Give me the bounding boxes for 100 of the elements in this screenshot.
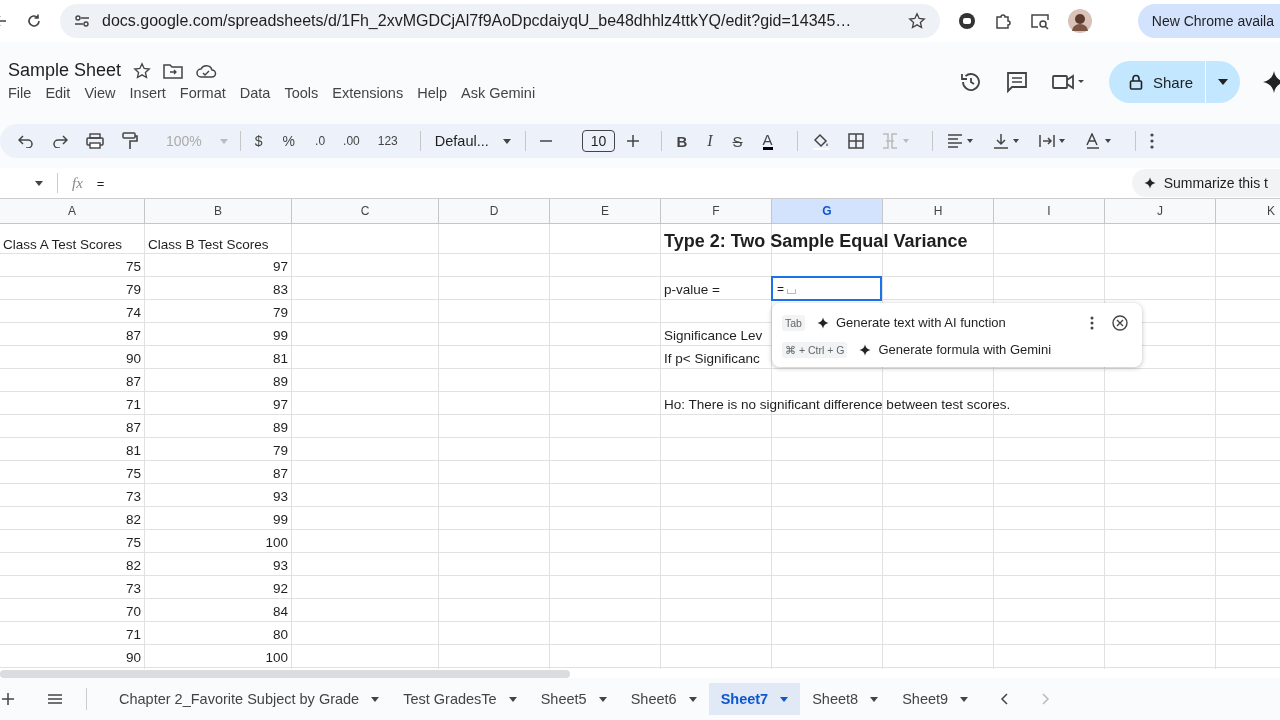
table-cell-text: 82 — [125, 558, 142, 573]
menu-item[interactable]: Tools — [277, 85, 326, 101]
menu-item[interactable]: Data — [232, 85, 278, 101]
menu-item[interactable]: Ask Gemini — [454, 85, 543, 101]
strikethrough-button[interactable]: S — [732, 132, 743, 150]
menu-item[interactable]: Insert — [122, 85, 173, 101]
puzzle-icon[interactable] — [994, 12, 1012, 30]
caret-icon — [219, 138, 228, 144]
menu-item[interactable]: Edit — [38, 85, 78, 101]
redo-icon[interactable] — [52, 134, 68, 148]
table-cell-text: 99 — [272, 328, 289, 343]
cloud-icon[interactable] — [195, 62, 218, 79]
profile-avatar-icon[interactable] — [1068, 9, 1092, 33]
folder-icon[interactable] — [163, 62, 184, 79]
sheet-tab[interactable]: Sheet8 — [800, 683, 891, 715]
summarize-button[interactable]: Summarize this t — [1131, 169, 1280, 197]
bookmark-star-icon[interactable] — [908, 12, 926, 30]
paint-format-icon[interactable] — [122, 132, 138, 150]
extension-icon[interactable] — [958, 12, 976, 30]
column-header[interactable]: D — [439, 199, 550, 224]
sheet-tab[interactable]: Sheet5 — [528, 683, 619, 715]
text-color-button[interactable]: A — [762, 132, 773, 150]
plus-icon[interactable] — [627, 135, 640, 147]
borders-icon[interactable] — [847, 133, 864, 149]
table-cell-text: 75 — [125, 259, 142, 274]
update-button[interactable]: New Chrome availa — [1137, 4, 1280, 38]
increase-decimal-button[interactable]: .00 — [343, 134, 360, 148]
sparkle-icon — [859, 343, 872, 356]
table-cell-text: 74 — [125, 305, 142, 320]
column-header[interactable]: H — [883, 199, 994, 224]
bold-button[interactable]: B — [676, 132, 688, 150]
more-icon[interactable] — [1090, 315, 1094, 330]
menu-item[interactable]: File — [8, 85, 39, 101]
italic-button[interactable]: I — [707, 132, 713, 150]
table-cell-text: 87 — [272, 466, 289, 481]
font-size-field[interactable]: 10 — [581, 130, 616, 152]
column-header[interactable]: B — [145, 199, 292, 224]
table-cell-text: 87 — [125, 420, 142, 435]
column-header[interactable]: K — [1216, 199, 1280, 224]
history-icon[interactable] — [958, 70, 983, 94]
column-header[interactable]: J — [1105, 199, 1216, 224]
more-formats-button[interactable]: 123 — [377, 134, 398, 148]
add-sheet-icon[interactable] — [2, 693, 14, 705]
caret-icon — [598, 696, 607, 702]
table-cell-text: 73 — [125, 581, 142, 596]
fill-color-icon[interactable] — [811, 132, 830, 150]
sheet-tab[interactable]: Sheet7 — [708, 683, 801, 715]
text-wrap-icon[interactable] — [1038, 133, 1067, 149]
suggestion-item[interactable]: Generate formula with Gemini — [859, 342, 1052, 357]
sheet-tab[interactable]: Chapter 2_Favorite Subject by Grade — [107, 683, 392, 715]
table-cell-text: 92 — [272, 581, 289, 596]
column-header[interactable]: C — [292, 199, 439, 224]
name-box-caret-icon[interactable] — [35, 180, 43, 186]
column-header[interactable]: E — [550, 199, 661, 224]
sheet-tab[interactable]: Test GradesTe — [391, 683, 529, 715]
reload-icon[interactable] — [26, 13, 42, 29]
percent-format-button[interactable]: % — [282, 133, 296, 149]
document-title[interactable]: Sample Sheet — [8, 60, 122, 81]
scroll-left-icon[interactable] — [1000, 693, 1009, 705]
sheet-tab[interactable]: Sheet9 — [890, 683, 981, 715]
sheet-tab[interactable]: Sheet6 — [618, 683, 709, 715]
align-icon[interactable] — [946, 134, 975, 148]
caret-icon — [960, 696, 969, 702]
text-rotation-icon[interactable] — [1084, 133, 1113, 149]
sparkle-icon[interactable] — [1262, 70, 1280, 94]
site-settings-icon[interactable] — [74, 14, 90, 28]
column-header[interactable]: G — [772, 199, 883, 224]
vertical-align-icon[interactable] — [992, 133, 1021, 149]
caret-icon — [502, 138, 511, 144]
table-cell-text: 90 — [125, 650, 142, 665]
menu-item[interactable]: Format — [172, 85, 233, 101]
suggestion-item[interactable]: Generate text with AI function — [816, 315, 1006, 330]
table-cell-text: Ho: There is no significant difference between test scores. — [663, 397, 1011, 412]
currency-format-button[interactable]: $ — [254, 133, 263, 149]
formula-input[interactable]: = — [96, 175, 117, 191]
table-cell-text: 82 — [125, 512, 142, 527]
font-select[interactable]: Defaul... — [434, 133, 511, 149]
table-cell-text: 100 — [265, 535, 289, 550]
comment-icon[interactable] — [1004, 70, 1029, 94]
menu-item[interactable]: Help — [410, 85, 454, 101]
scrollbar-thumb[interactable] — [0, 670, 570, 678]
column-header[interactable]: I — [994, 199, 1105, 224]
tab-search-icon[interactable] — [1030, 12, 1050, 30]
table-cell-text: 70 — [125, 604, 142, 619]
shortcut-badge: Tab — [782, 314, 805, 331]
all-sheets-icon[interactable] — [48, 694, 62, 704]
merge-cells-icon[interactable] — [881, 133, 910, 149]
star-icon[interactable] — [133, 61, 152, 80]
more-icon[interactable] — [1149, 133, 1154, 149]
column-header[interactable]: F — [661, 199, 772, 224]
menu-item[interactable]: View — [77, 85, 123, 101]
undo-icon[interactable] — [18, 134, 34, 148]
table-cell-text: 97 — [272, 259, 289, 274]
print-icon[interactable] — [86, 133, 104, 149]
menu-item[interactable]: Extensions — [325, 85, 411, 101]
cell-editor[interactable]: = — [771, 276, 882, 301]
close-icon[interactable] — [1112, 314, 1128, 331]
column-header[interactable]: A — [0, 199, 145, 224]
decrease-decimal-button[interactable]: .0 — [315, 134, 326, 148]
address-bar[interactable]: docs.google.com/spreadsheets/d/1Fh_2xvMGDCjAl7f9AoDpcdaiyqU_be48dhhlz4ttkYQ/edit?gid=14345… — [60, 4, 940, 38]
